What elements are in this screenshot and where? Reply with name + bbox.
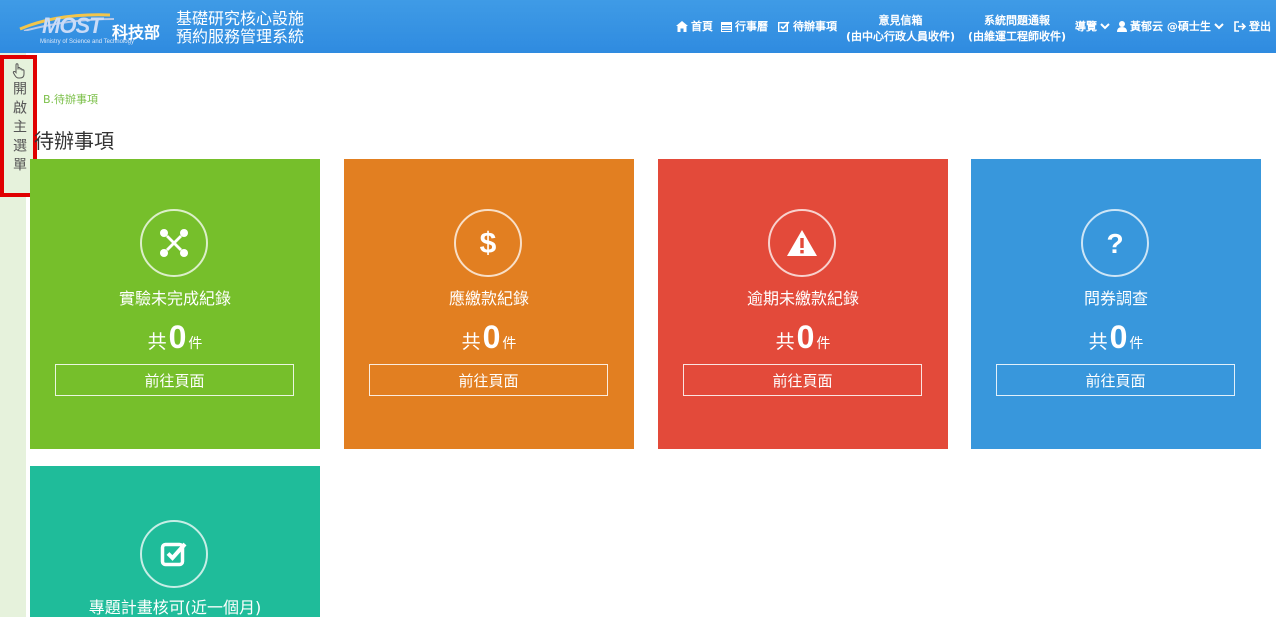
question-icon: ? xyxy=(1081,209,1149,277)
go-to-page-button[interactable]: 前往頁面 xyxy=(369,364,608,396)
count-unit: 件 xyxy=(502,336,517,352)
go-to-page-button[interactable]: 前往頁面 xyxy=(996,364,1235,396)
logo-subtitle: Ministry of Science and Technology xyxy=(40,39,134,45)
tile-label: 實驗未完成紀錄 xyxy=(118,289,231,308)
tile-label: 問券調查 xyxy=(1083,289,1148,308)
go-to-page-button[interactable]: 前往頁面 xyxy=(683,364,922,396)
tile-count: 共 0 件 xyxy=(30,319,320,355)
nav-todo[interactable]: 待辦事項 xyxy=(778,18,837,34)
go-to-page-button[interactable]: 前往頁面 xyxy=(55,364,294,396)
count-number: 0 xyxy=(168,319,187,355)
count-number: 0 xyxy=(796,319,815,355)
pointer-hand-icon xyxy=(12,63,24,79)
svg-text:?: ? xyxy=(1106,228,1123,258)
nav-calendar-label: 行事曆 xyxy=(735,20,768,33)
count-unit: 件 xyxy=(1129,336,1144,352)
nav-report-title: 系統問題通報 xyxy=(984,14,1051,27)
site-title: 基礎研究核心設施 預約服務管理系統 xyxy=(176,10,304,46)
site-title-line1: 基礎研究核心設施 xyxy=(176,9,305,28)
tile-label: 專題計畫核可(近一個月) xyxy=(88,598,262,617)
warning-icon xyxy=(768,209,836,277)
nav-calendar[interactable]: 行事曆 xyxy=(721,18,768,34)
edit-check-icon xyxy=(778,20,790,32)
nav-home[interactable]: 首頁 xyxy=(676,18,713,34)
count-unit: 件 xyxy=(188,336,203,352)
dollar-icon: $ xyxy=(454,209,522,277)
user-icon xyxy=(1117,20,1127,32)
nav-guide[interactable]: 導覽 xyxy=(1075,18,1110,34)
tile-payments-due: $ 應繳款紀錄 共 0 件 前往頁面 xyxy=(344,159,634,449)
count-prefix: 共 xyxy=(775,331,795,353)
nav-feedback-sub: (由中心行政人員收件) xyxy=(846,30,956,43)
joomla-icon xyxy=(140,209,208,277)
nav-feedback-title: 意見信箱 xyxy=(878,14,923,27)
tile-project-approval: 專題計畫核可(近一個月) xyxy=(30,466,320,617)
nav-report-sub: (由維運工程師收件) xyxy=(968,30,1067,43)
svg-text:$: $ xyxy=(480,227,497,259)
calendar-icon xyxy=(721,21,732,32)
tile-count: 共 0 件 xyxy=(658,319,948,355)
page-title: 待辦事項 xyxy=(34,129,114,153)
site-title-line2: 預約服務管理系統 xyxy=(176,27,305,46)
chevron-down-icon xyxy=(1100,22,1110,29)
open-main-menu-label: 開啟主選單 xyxy=(11,81,27,176)
count-unit: 件 xyxy=(816,336,831,352)
count-number: 0 xyxy=(482,319,501,355)
count-prefix: 共 xyxy=(147,331,167,353)
tile-count: 共 0 件 xyxy=(344,319,634,355)
nav-logout-label: 登出 xyxy=(1249,20,1271,33)
tile-survey: ? 問券調查 共 0 件 前往頁面 xyxy=(971,159,1261,449)
logo-text: MOST xyxy=(42,13,103,38)
tile-label: 應繳款紀錄 xyxy=(448,289,529,308)
tile-incomplete-experiments: 實驗未完成紀錄 共 0 件 前往頁面 xyxy=(30,159,320,449)
home-icon xyxy=(676,20,688,32)
nav-feedback[interactable]: 意見信箱 (由中心行政人員收件) xyxy=(846,13,955,45)
count-prefix: 共 xyxy=(1088,331,1108,353)
nav-guide-label: 導覽 xyxy=(1075,20,1097,33)
nav-todo-label: 待辦事項 xyxy=(793,20,837,33)
top-navbar: MOST 科技部 Ministry of Science and Technol… xyxy=(0,0,1276,53)
tile-count: 共 0 件 xyxy=(971,319,1261,355)
nav-user-label: 黃郁云 @碩士生 xyxy=(1130,20,1211,33)
nav-user[interactable]: 黃郁云 @碩士生 xyxy=(1117,18,1224,34)
logout-icon xyxy=(1234,20,1246,32)
count-prefix: 共 xyxy=(461,331,481,353)
most-logo[interactable]: MOST 科技部 Ministry of Science and Technol… xyxy=(18,7,172,47)
count-number: 0 xyxy=(1109,319,1128,355)
chevron-down-icon xyxy=(1214,22,1224,29)
nav-logout[interactable]: 登出 xyxy=(1234,18,1271,34)
nav-report[interactable]: 系統問題通報 (由維運工程師收件) xyxy=(968,13,1066,45)
check-square-icon xyxy=(140,520,208,588)
nav-home-label: 首頁 xyxy=(691,20,713,33)
tile-label: 逾期未繳款紀錄 xyxy=(746,289,859,308)
breadcrumb[interactable]: B.待辦事項 xyxy=(43,91,98,107)
tile-overdue-payments: 逾期未繳款紀錄 共 0 件 前往頁面 xyxy=(658,159,948,449)
